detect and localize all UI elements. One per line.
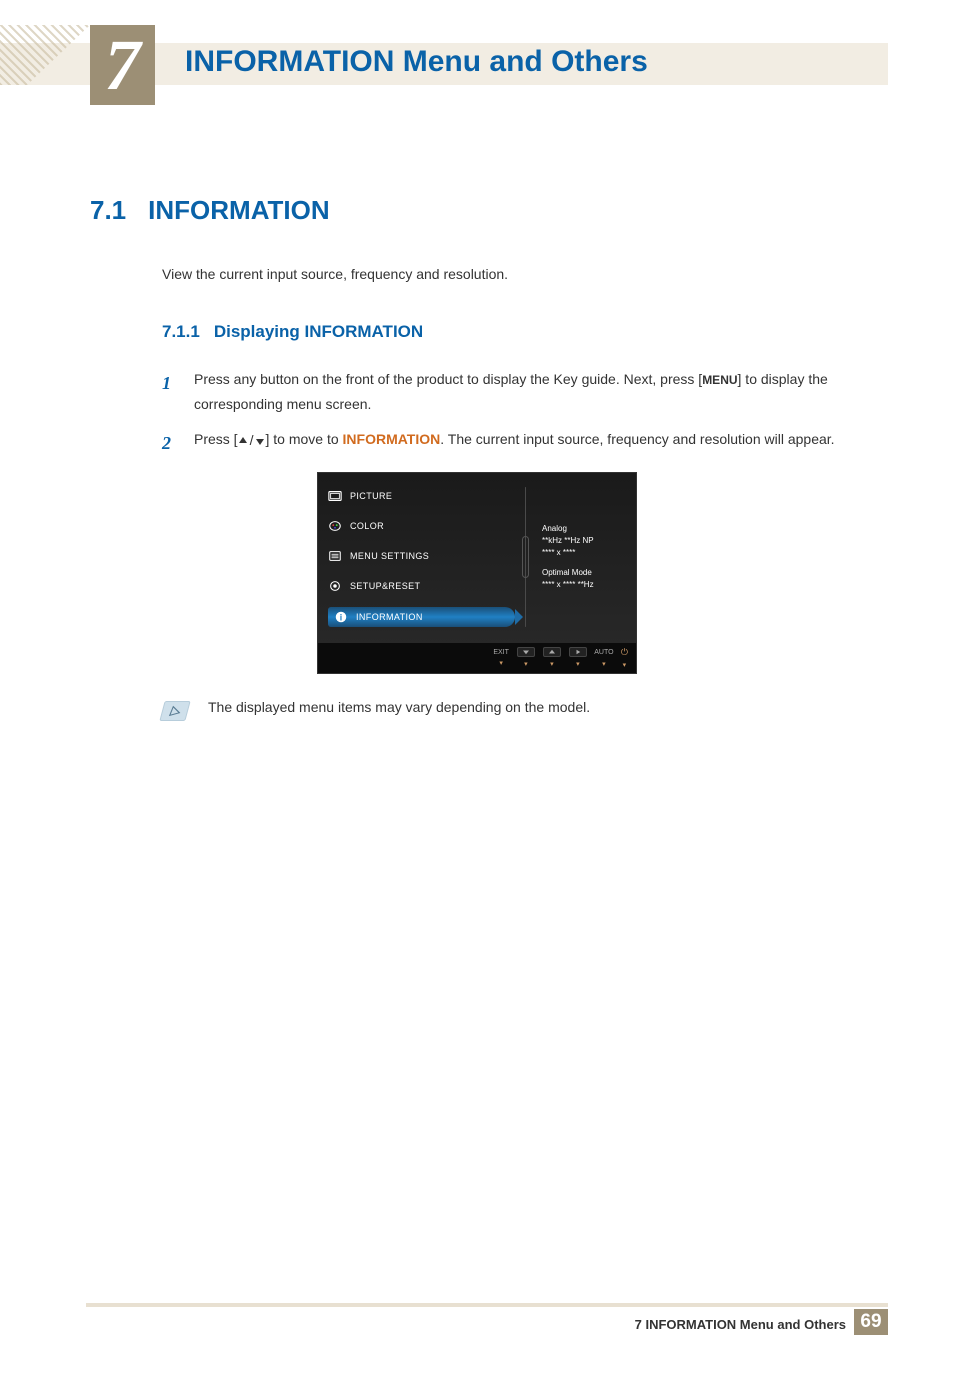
osd-menu-label: COLOR <box>350 521 384 531</box>
osd-menu-picture: PICTURE <box>328 487 515 505</box>
section-title: INFORMATION <box>148 195 330 226</box>
step-1: 1 Press any button on the front of the p… <box>162 367 864 417</box>
footer-bar <box>86 1303 888 1307</box>
step-2-part-a: Press [ <box>194 431 238 447</box>
menu-key-label: MENU <box>702 373 737 387</box>
color-icon <box>328 519 342 533</box>
page-footer: 7 INFORMATION Menu and Others 69 <box>0 1303 954 1335</box>
page-number: 69 <box>854 1309 888 1335</box>
chapter-number: 7 <box>90 25 155 105</box>
section-intro: View the current input source, frequency… <box>162 266 864 282</box>
step-number: 1 <box>162 367 176 417</box>
osd-divider <box>525 487 526 627</box>
osd-up-key: ▾ <box>543 647 561 668</box>
svg-text:i: i <box>340 612 342 622</box>
note-icon <box>159 701 190 721</box>
info-icon: i <box>334 610 348 624</box>
step-2-part-b: ] to move to <box>265 431 342 447</box>
osd-info-line: **kHz **Hz NP <box>542 535 626 547</box>
menu-settings-icon <box>328 549 342 563</box>
step-text: Press [ / ] to move to INFORMATION. The … <box>194 427 835 459</box>
power-icon: ⏻ <box>621 647 628 658</box>
section-heading: 7.1 INFORMATION <box>90 195 864 226</box>
note-text: The displayed menu items may vary depend… <box>208 699 590 715</box>
osd-menu-label: MENU SETTINGS <box>350 551 429 561</box>
osd-menu-information: i INFORMATION <box>328 607 515 627</box>
picture-icon <box>328 489 342 503</box>
step-2-part-c: . The current input source, frequency an… <box>440 431 834 447</box>
subsection-heading: 7.1.1 Displaying INFORMATION <box>162 322 864 342</box>
osd-auto-key: AUTO▾ <box>595 647 613 668</box>
osd-menu-settings: MENU SETTINGS <box>328 547 515 565</box>
footer-text: 7 INFORMATION Menu and Others <box>635 1317 846 1332</box>
osd-menu-color: COLOR <box>328 517 515 535</box>
step-number: 2 <box>162 427 176 459</box>
osd-info-line: Optimal Mode <box>542 567 626 579</box>
step-2: 2 Press [ / ] to move to INFORMATION. Th… <box>162 427 864 459</box>
osd-menu-label: SETUP&RESET <box>350 581 420 591</box>
gear-icon <box>328 579 342 593</box>
osd-menu-label: INFORMATION <box>356 612 423 622</box>
osd-power-key: ⏻▾ <box>621 647 628 669</box>
chapter-title: INFORMATION Menu and Others <box>185 45 648 79</box>
osd-info-line: **** x **** <box>542 547 626 559</box>
osd-key-label: AUTO <box>595 647 613 657</box>
osd-key-label: EXIT <box>493 649 509 656</box>
osd-footer: EXIT▾ ▾ ▾ ▾ AUTO▾ ⏻▾ <box>318 643 636 673</box>
osd-info-line: **** x **** **Hz <box>542 579 626 591</box>
osd-down-key: ▾ <box>517 647 535 668</box>
information-highlight: INFORMATION <box>343 431 441 447</box>
step-1-part-a: Press any button on the front of the pro… <box>194 371 702 387</box>
osd-menu-list: PICTURE COLOR MENU SETTINGS SETUP&RESET <box>328 487 515 627</box>
step-text: Press any button on the front of the pro… <box>194 367 864 417</box>
osd-menu-label: PICTURE <box>350 491 392 501</box>
osd-exit-key: EXIT▾ <box>493 649 509 667</box>
section-number: 7.1 <box>90 195 126 226</box>
osd-right-key: ▾ <box>569 647 587 668</box>
osd-screenshot: PICTURE COLOR MENU SETTINGS SETUP&RESET <box>317 472 637 674</box>
note: The displayed menu items may vary depend… <box>162 699 864 721</box>
subsection-title: Displaying INFORMATION <box>214 322 423 342</box>
subsection-number: 7.1.1 <box>162 322 200 342</box>
osd-menu-setup-reset: SETUP&RESET <box>328 577 515 595</box>
up-down-arrow-icon: / <box>238 428 266 453</box>
osd-info-line: Analog <box>542 523 626 535</box>
chapter-header: 7 INFORMATION Menu and Others <box>0 25 954 105</box>
osd-info-panel: Analog **kHz **Hz NP **** x **** Optimal… <box>536 487 626 627</box>
